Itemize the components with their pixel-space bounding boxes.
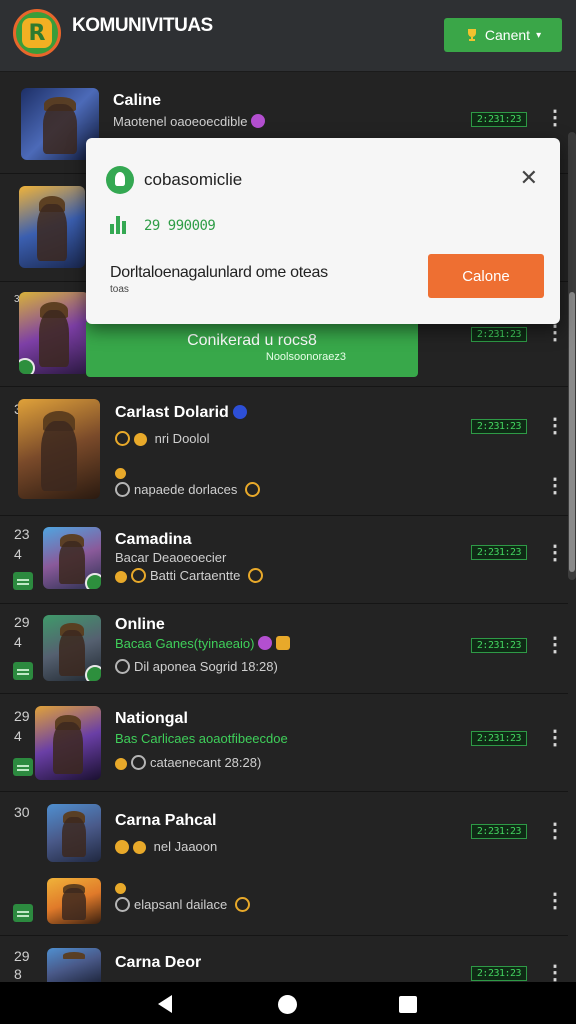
home-icon[interactable] bbox=[278, 995, 297, 1014]
time-tag: 2:231:23 bbox=[471, 638, 527, 653]
list-item[interactable]: 30 Carlast Dolarid nri Doolol napaede do… bbox=[0, 387, 568, 516]
item-detail: cataenecant 28:28) bbox=[115, 755, 261, 770]
banner-title: Conikerad u rocs8 bbox=[187, 332, 317, 349]
item-subtitle: Maotenel oaoeoecdible bbox=[113, 114, 266, 129]
item-title: Carna Pahcal bbox=[115, 812, 217, 829]
app-header: R KOMUNIVITUAS Canent ▾ bbox=[0, 0, 576, 72]
notification-card: cobasomiclie ✕ 29 990009 Dorltaloenagalu… bbox=[86, 138, 560, 324]
item-title: Online bbox=[115, 616, 165, 633]
game-thumbnail-secondary bbox=[47, 878, 101, 924]
item-icon-row bbox=[115, 879, 130, 894]
close-icon[interactable]: ✕ bbox=[520, 166, 538, 191]
game-thumbnail bbox=[35, 706, 101, 780]
app-title: KOMUNIVITUAS bbox=[72, 15, 213, 36]
item-detail: elapsanl dailace bbox=[115, 897, 254, 912]
time-tag: 2:231:23 bbox=[471, 966, 527, 981]
rank-sub-number: 4 bbox=[14, 546, 22, 562]
back-icon[interactable] bbox=[158, 995, 172, 1013]
game-thumbnail bbox=[19, 292, 89, 374]
item-detail: Dil aponea Sogrid 18:28) bbox=[115, 659, 278, 674]
header-action-label: Canent bbox=[484, 27, 531, 43]
rank-sub-number: 4 bbox=[14, 634, 22, 650]
more-options-icon[interactable] bbox=[545, 413, 565, 438]
time-tag: 2:231:23 bbox=[471, 112, 527, 127]
game-thumbnail bbox=[43, 615, 101, 681]
app-logo[interactable]: R bbox=[13, 9, 61, 57]
more-options-icon[interactable] bbox=[545, 888, 565, 913]
game-thumbnail bbox=[18, 399, 100, 499]
banner-subtitle: Noolsoonoraez3 bbox=[265, 351, 346, 363]
more-options-icon[interactable] bbox=[545, 960, 565, 985]
more-options-icon[interactable] bbox=[545, 725, 565, 750]
rank-number: 30 bbox=[14, 804, 30, 820]
list-badge-icon bbox=[13, 572, 33, 590]
time-tag: 2:231:23 bbox=[471, 824, 527, 839]
system-navigation-bar bbox=[0, 982, 576, 1024]
notification-action-button[interactable]: Calone bbox=[428, 254, 544, 298]
more-options-icon[interactable] bbox=[545, 473, 565, 498]
list-badge-icon bbox=[13, 904, 33, 922]
item-detail: napaede dorlaces bbox=[115, 482, 264, 497]
item-subtitle: Bacar Deaoeoecier bbox=[115, 550, 227, 565]
more-options-icon[interactable] bbox=[545, 105, 565, 130]
more-options-icon[interactable] bbox=[545, 320, 565, 345]
item-subtitle: Bas Carlicaes aoaotfibeecdoe bbox=[115, 731, 288, 746]
item-subtitle: nel Jaaoon bbox=[115, 839, 217, 854]
list-item[interactable]: 29 4 Online Bacaa Ganes(tyinaeaio) Dil a… bbox=[0, 604, 568, 694]
action-banner[interactable]: Conikerad u rocs8 Noolsoonoraez3 bbox=[86, 322, 418, 377]
game-thumbnail bbox=[47, 948, 101, 982]
time-tag: 2:231:23 bbox=[471, 731, 527, 746]
time-tag: 2:231:23 bbox=[471, 545, 527, 560]
item-subtitle: Bacaa Ganes(tyinaeaio) bbox=[115, 636, 291, 651]
list-item[interactable]: 30 Carna Pahcal nel Jaaoon elapsanl dail… bbox=[0, 792, 568, 936]
item-title: Carlast Dolarid bbox=[115, 404, 247, 422]
logo-letter: R bbox=[22, 18, 52, 48]
notification-message-small: toas bbox=[110, 284, 129, 295]
list-badge-icon bbox=[13, 758, 33, 776]
trophy-icon bbox=[467, 29, 476, 41]
stats-icon bbox=[110, 216, 128, 234]
item-detail: Batti Cartaentte bbox=[115, 568, 267, 583]
more-options-icon[interactable] bbox=[545, 632, 565, 657]
recents-icon[interactable] bbox=[399, 996, 417, 1013]
notification-stat: 29 990009 bbox=[144, 218, 216, 234]
item-title: Caline bbox=[113, 92, 162, 109]
item-title: Camadina bbox=[115, 531, 192, 548]
game-thumbnail bbox=[19, 186, 85, 268]
more-options-icon[interactable] bbox=[545, 540, 565, 565]
notification-title: cobasomiclie bbox=[144, 170, 243, 189]
item-title: Carna Deor bbox=[115, 954, 202, 971]
list-item[interactable]: 23 4 Camadina Bacar Deaoeoecier Batti Ca… bbox=[0, 516, 568, 604]
time-tag: 2:231:23 bbox=[471, 419, 527, 434]
header-action-button[interactable]: Canent ▾ bbox=[444, 18, 562, 52]
list-badge-icon bbox=[13, 662, 33, 680]
scrollbar-thumb[interactable] bbox=[569, 292, 575, 572]
rank-sub-number: 4 bbox=[14, 728, 22, 744]
more-options-icon[interactable] bbox=[545, 818, 565, 843]
item-subtitle: nri Doolol bbox=[115, 431, 210, 446]
scrollbar[interactable] bbox=[568, 132, 576, 580]
time-tag: 2:231:23 bbox=[471, 327, 527, 342]
game-thumbnail bbox=[47, 804, 101, 862]
notification-message: Dorltaloenagalunlard ome oteas bbox=[110, 264, 328, 281]
item-title: Nationgal bbox=[115, 710, 188, 727]
list-item[interactable]: 29 8 Carna Deor 2:231:23 bbox=[0, 936, 568, 985]
chevron-down-icon: ▾ bbox=[536, 29, 542, 41]
item-icon-row bbox=[115, 464, 130, 479]
list-item[interactable]: 29 4 Nationgal Bas Carlicaes aoaotfibeec… bbox=[0, 694, 568, 792]
game-thumbnail bbox=[43, 527, 101, 589]
app-icon bbox=[106, 166, 134, 194]
